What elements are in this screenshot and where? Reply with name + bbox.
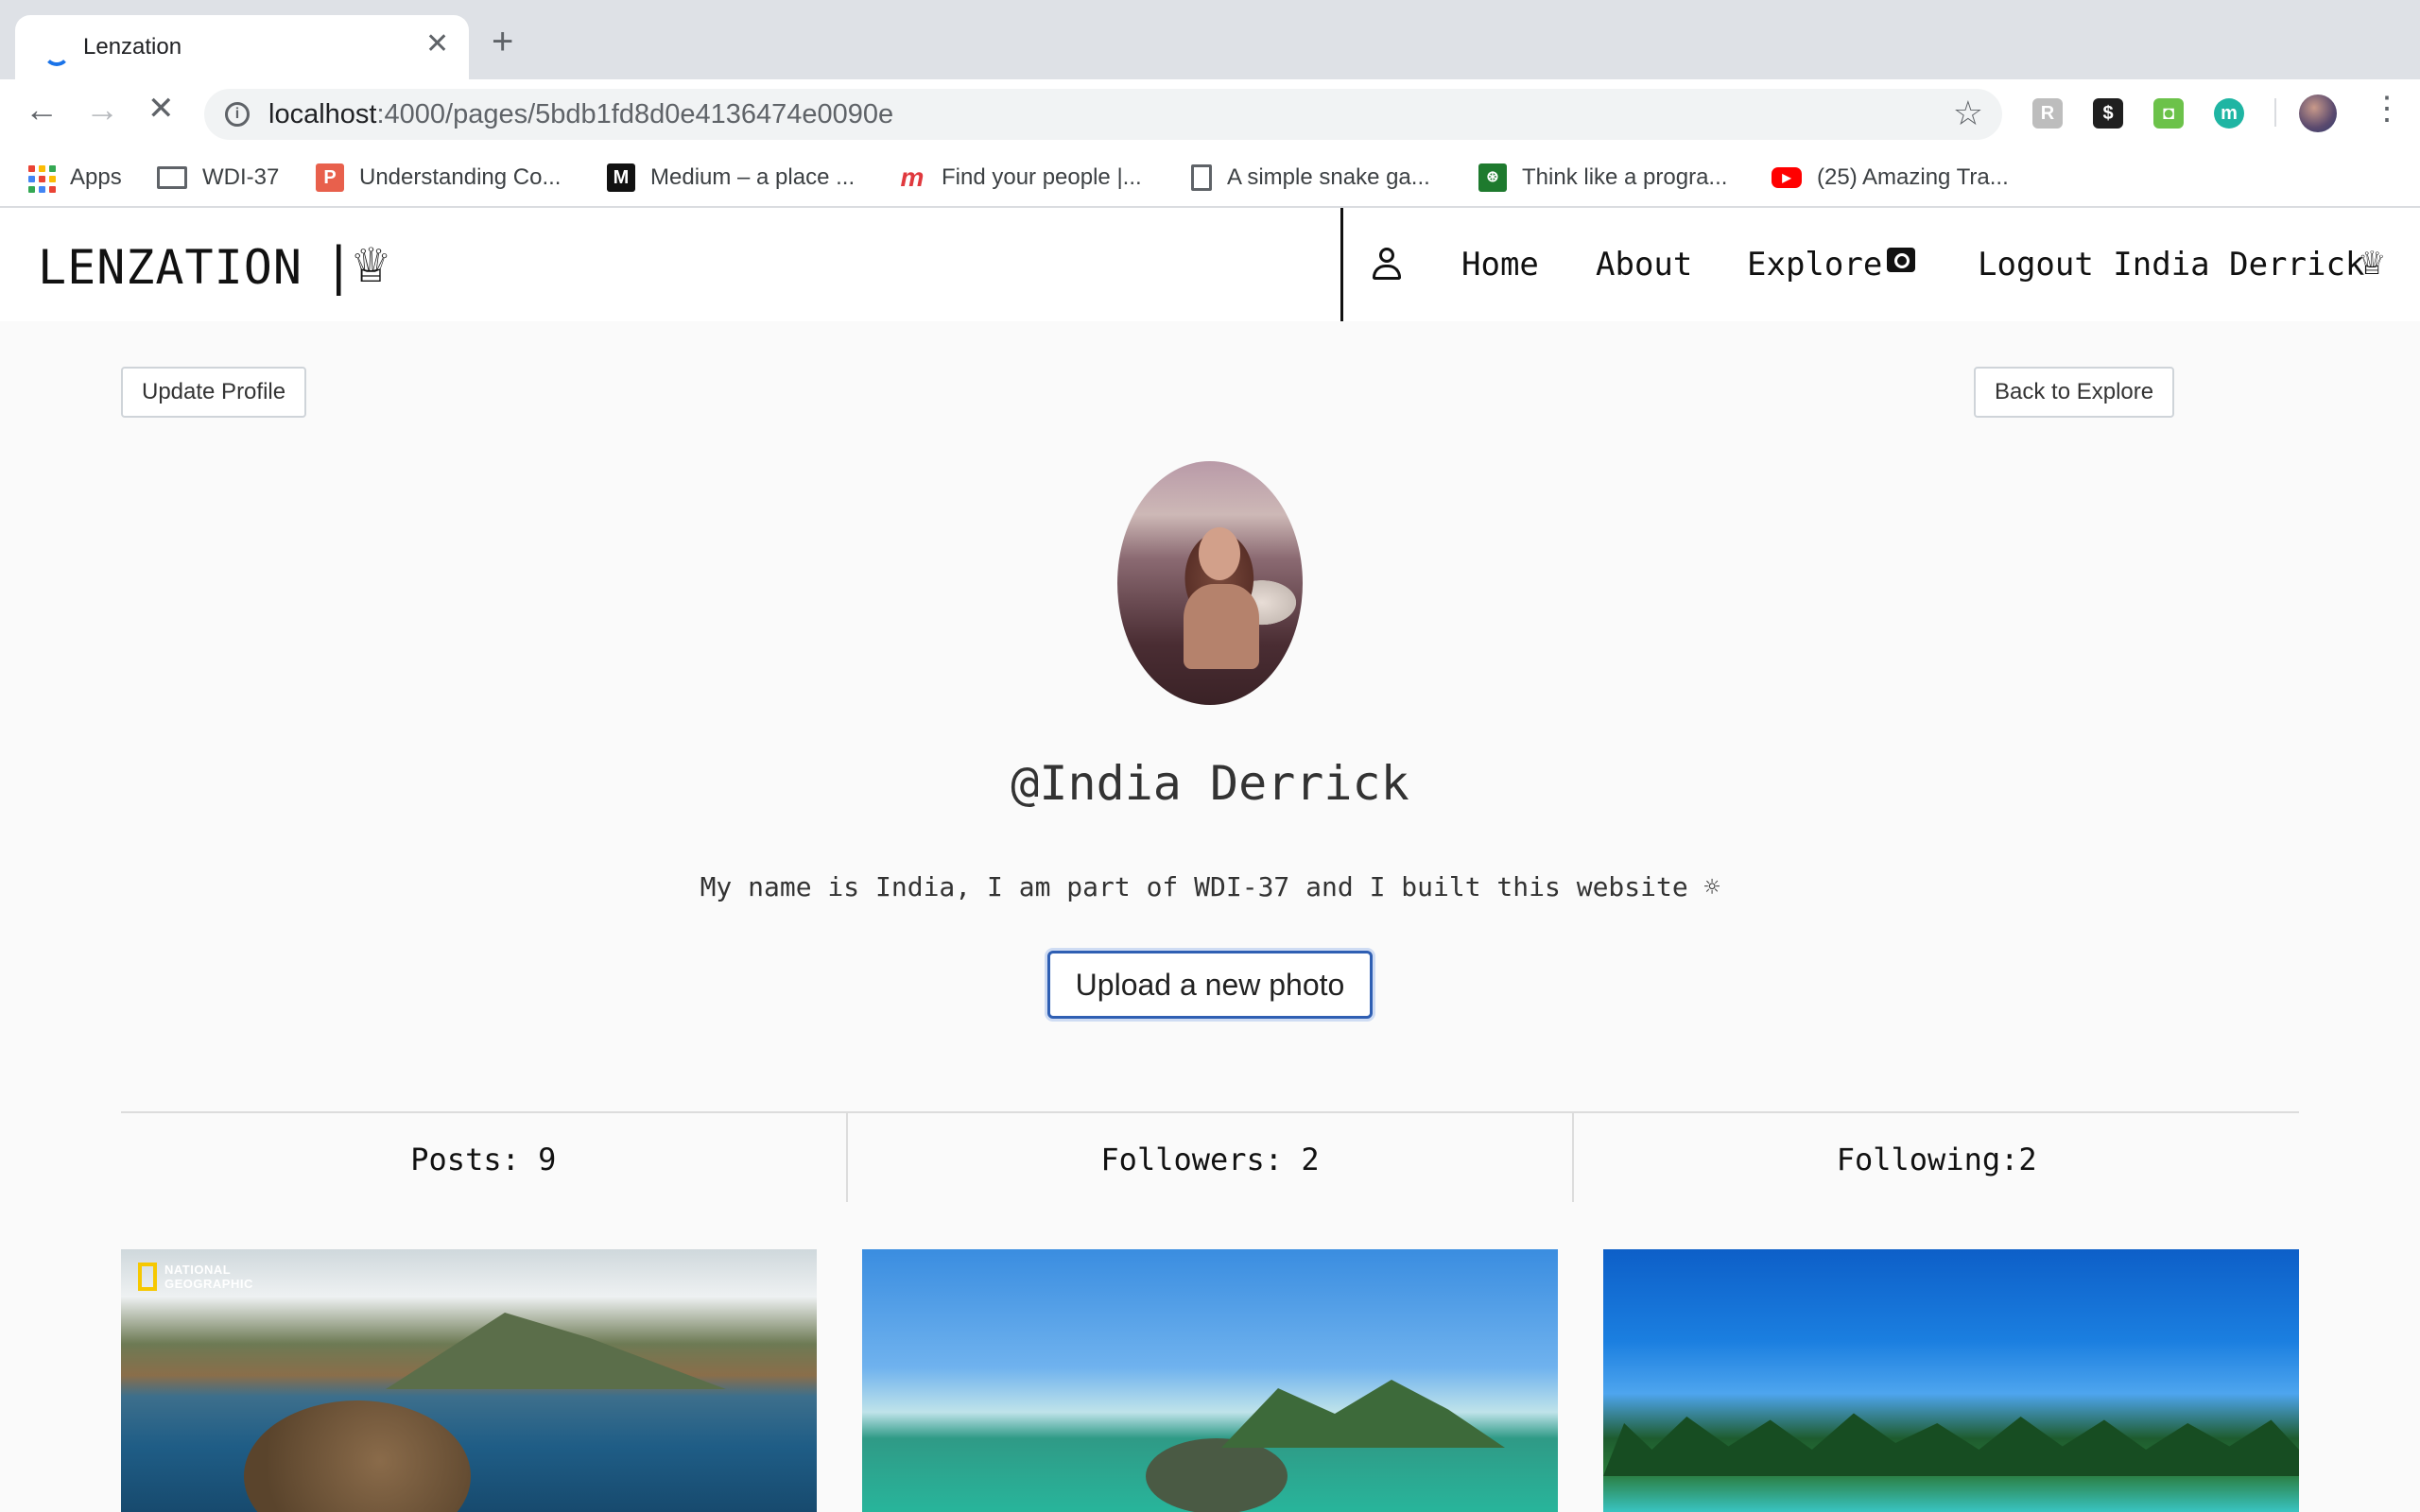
bookmark-wdi37[interactable]: WDI-37 [157,159,279,197]
bookmark-meetup[interactable]: m Find your people |... [898,159,1142,197]
bookmark-understanding[interactable]: P Understanding Co... [316,159,561,197]
bookmark-label: A simple snake ga... [1227,164,1430,190]
apps-grid-icon [26,163,56,193]
natgeo-logo-icon [138,1263,157,1291]
browser-menu-icon[interactable]: ⋮ [2371,93,2403,125]
gallery-photo-turtle[interactable]: NATIONAL GEOGRAPHIC [121,1249,817,1512]
forward-arrow-icon[interactable]: → [85,93,119,127]
photo-gallery: NATIONAL GEOGRAPHIC [121,1249,2299,1512]
extension-dollar-icon[interactable]: $ [2093,98,2123,129]
natgeo-line-1: NATIONAL [164,1263,232,1277]
extension-shield-icon[interactable]: ◘ [2153,98,2184,129]
bookmark-snake[interactable]: A simple snake ga... [1191,159,1430,197]
upload-photo-button[interactable]: Upload a new photo [1047,951,1373,1019]
book-icon: ⊛ [1478,163,1507,192]
bookmark-label: Understanding Co... [359,164,562,190]
stat-following[interactable]: Following:2 [1574,1113,2299,1202]
profile-bio: My name is India, I am part of WDI-37 an… [700,871,1720,902]
bookmark-star-icon[interactable]: ☆ [1953,96,1983,130]
browser-tab[interactable]: Lenzation ✕ [15,15,469,79]
bookmark-label: Find your people |... [942,164,1142,190]
stat-followers[interactable]: Followers: 2 [848,1113,1575,1202]
site-header: LENZATION | ♕ Home About Explore Logout … [0,208,2420,321]
natgeo-watermark: NATIONAL GEOGRAPHIC [138,1263,253,1291]
bookmarks-bar: Apps WDI-37 P Understanding Co... M Medi… [0,147,2420,208]
page-icon [1191,164,1212,191]
nav-about[interactable]: About [1596,246,1692,284]
new-tab-icon[interactable]: + [492,23,513,60]
browser-profile-avatar[interactable] [2299,94,2337,132]
loading-spinner-icon [43,40,70,66]
update-profile-button[interactable]: Update Profile [121,367,307,418]
nav-logout[interactable]: Logout India Derrick [1978,246,2364,284]
url-host: localhost [268,99,377,129]
profile-stats: Posts: 9 Followers: 2 Following:2 [121,1111,2299,1202]
back-to-explore-button[interactable]: Back to Explore [1974,367,2175,418]
stat-posts[interactable]: Posts: 9 [121,1113,848,1202]
crown-icon: ♕ [350,239,392,292]
crown-icon: ♕ [2358,246,2387,282]
bookmark-think[interactable]: ⊛ Think like a progra... [1478,159,1727,197]
browser-tabstrip: Lenzation ✕ + [0,0,2420,79]
toolbar-separator [2274,98,2276,127]
meetup-icon: m [900,163,925,192]
profile-username: @India Derrick [1011,756,1409,811]
url-text[interactable]: localhost:4000/pages/5bdb1fd8d0e4136474e… [268,99,893,130]
youtube-icon: ▶ [1772,167,1802,188]
camera-icon [1887,248,1915,272]
extension-m-icon[interactable]: m [2214,98,2244,129]
bookmark-label: (25) Amazing Tra... [1817,164,2009,190]
address-bar[interactable]: i localhost:4000/pages/5bdb1fd8d0e413647… [204,89,2002,140]
profile-photo [1117,461,1303,705]
nav-home[interactable]: Home [1461,246,1539,284]
back-arrow-icon[interactable]: ← [25,93,59,127]
gallery-photo-split-shot[interactable] [862,1249,1558,1512]
bookmark-youtube[interactable]: ▶ (25) Amazing Tra... [1772,159,2009,197]
gallery-photo-palm-beach[interactable] [1603,1249,2299,1512]
medium-icon: M [607,163,635,192]
stop-loading-icon[interactable]: ✕ [147,93,175,125]
folder-icon [157,166,187,189]
bookmark-label: WDI-37 [202,164,280,190]
bookmark-label: Think like a progra... [1522,164,1728,190]
bookmark-label: Apps [70,164,122,190]
user-icon[interactable] [1371,248,1403,282]
site-info-icon[interactable]: i [225,102,250,127]
bookmark-medium[interactable]: M Medium – a place ... [607,159,855,197]
nav-divider [1340,208,1343,321]
extension-1-icon[interactable]: R [2032,98,2063,129]
natgeo-line-2: GEOGRAPHIC [164,1277,253,1291]
nav-explore[interactable]: Explore [1747,246,1882,284]
bookmark-label: Medium – a place ... [650,164,856,190]
p-icon: P [316,163,344,192]
url-path: :4000/pages/5bdb1fd8d0e4136474e0090e [376,99,894,129]
close-tab-icon[interactable]: ✕ [425,30,449,59]
bookmark-apps[interactable]: Apps [26,159,122,197]
tab-title: Lenzation [83,34,182,60]
brand-logo[interactable]: LENZATION [38,240,302,295]
